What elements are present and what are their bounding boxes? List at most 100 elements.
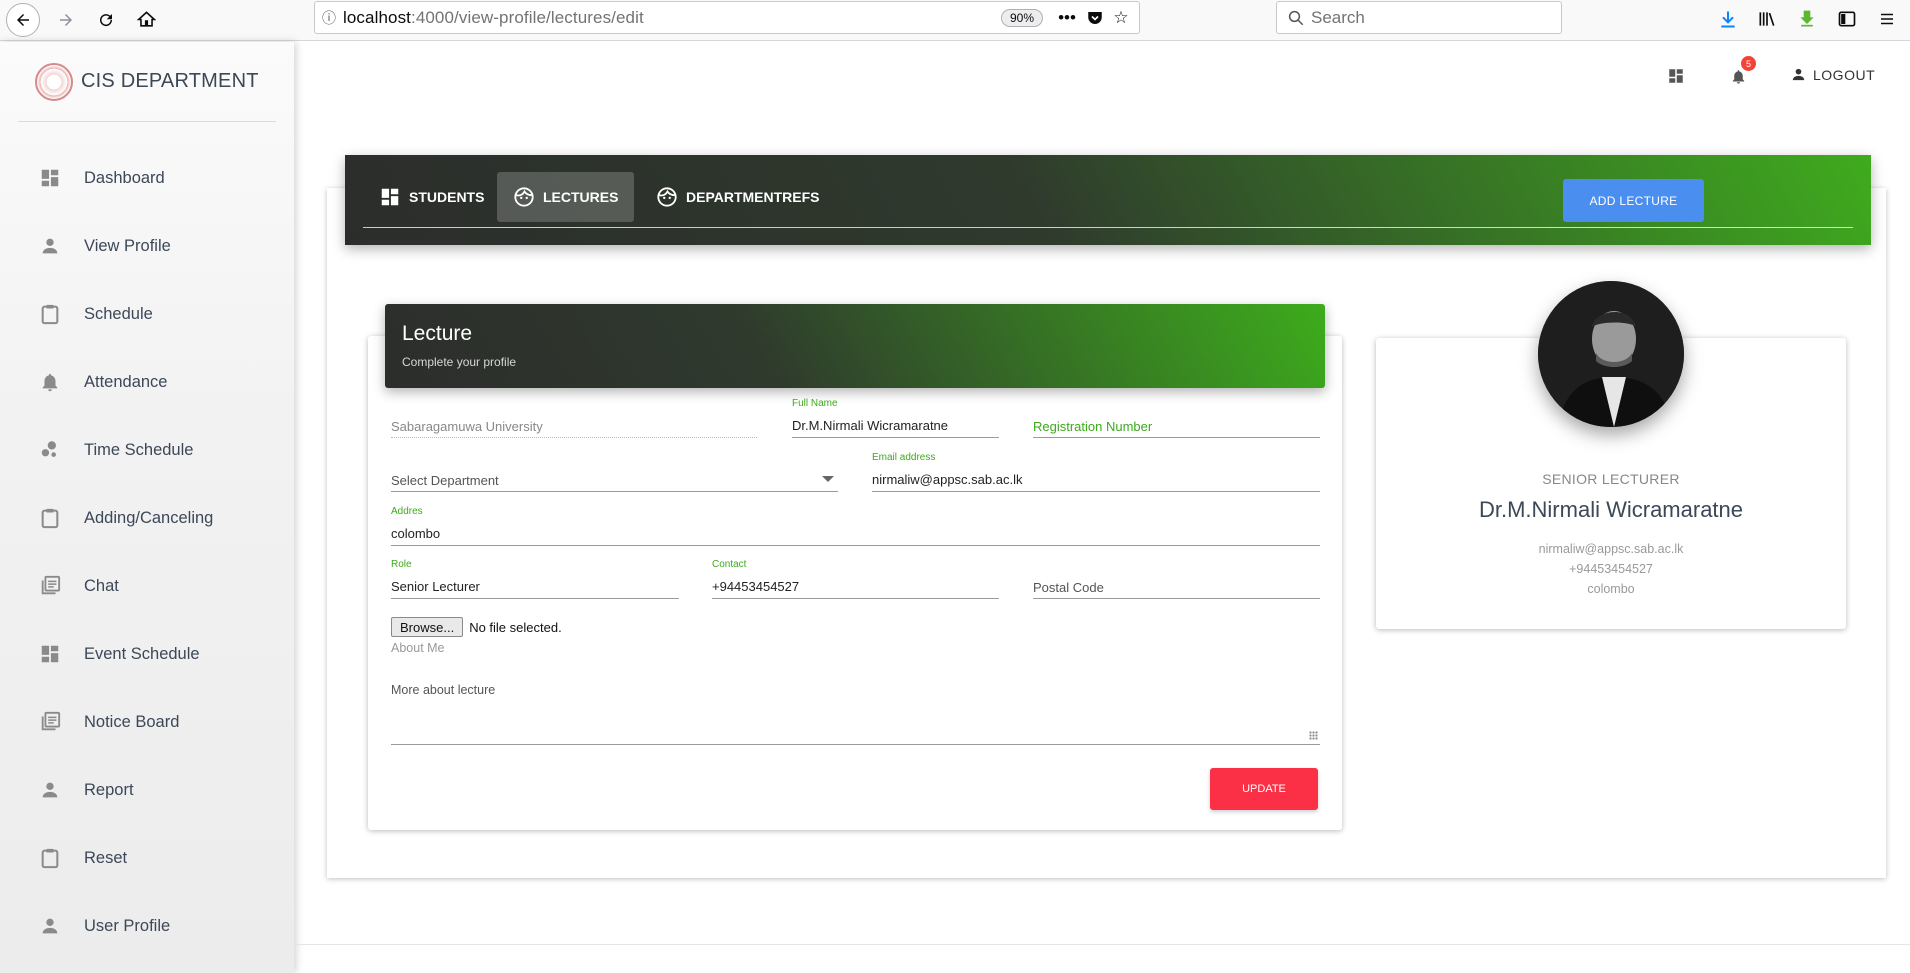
sidebar-toggle-icon[interactable] (1832, 4, 1862, 34)
profile-city: colombo (1587, 582, 1635, 596)
contact-field[interactable]: Contact +94453454527 (712, 559, 999, 599)
arrow-left-icon (17, 14, 29, 26)
extension-download-icon[interactable] (1792, 4, 1822, 34)
bookmark-star-icon[interactable]: ☆ (1109, 6, 1133, 30)
add-lecture-button[interactable]: ADD LECTURE (1563, 179, 1704, 222)
browser-toolbar: ⓘ localhost:4000/view-profile/lectures/e… (0, 0, 1910, 41)
tab-departmentrefs[interactable]: DEPARTMENTREFS (640, 172, 836, 222)
sidebar-item-user-profile[interactable]: User Profile (0, 892, 294, 960)
sidebar-item-label: Reset (84, 848, 128, 867)
form-title: Lecture (402, 322, 473, 345)
footer-divider (294, 944, 1910, 945)
url-path: :4000/view-profile/lectures/edit (411, 7, 644, 27)
contact-label: Contact (712, 559, 747, 570)
profile-role: SENIOR LECTURER (1542, 471, 1680, 487)
full-name-label: Full Name (792, 398, 838, 409)
sidebar-item-label: View Profile (84, 236, 171, 255)
face-icon (656, 186, 678, 208)
library-icon[interactable] (1752, 4, 1782, 34)
dashboard-icon (379, 186, 401, 208)
role-field[interactable]: Role Senior Lecturer (391, 559, 679, 599)
more-about-textarea[interactable]: More about lecture (391, 681, 1320, 745)
zoom-indicator[interactable]: 90% (1000, 9, 1043, 27)
tab-lectures[interactable]: LECTURES (497, 172, 635, 222)
sidebar-item-notice-board[interactable]: Notice Board (0, 688, 294, 756)
about-me-label: About Me (391, 641, 445, 655)
sidebar-item-label: Report (84, 780, 134, 799)
notifications-button[interactable]: 5 (1725, 55, 1757, 89)
brand[interactable]: CIS DEPARTMENT (18, 42, 276, 122)
tab-students[interactable]: STUDENTS (363, 172, 500, 222)
registration-number-field[interactable]: Registration Number (1033, 398, 1320, 438)
sidebar-item-label: Time Schedule (84, 440, 194, 459)
sidebar-item-label: Schedule (84, 304, 153, 323)
profile-phone: +94453454527 (1569, 562, 1653, 576)
sidebar-item-reset[interactable]: Reset (0, 824, 294, 892)
home-button[interactable] (128, 3, 164, 36)
sidebar-item-schedule[interactable]: Schedule (0, 280, 294, 348)
sidebar-item-report[interactable]: Report (0, 756, 294, 824)
department-select[interactable]: Select Department (391, 452, 838, 492)
avatar (1538, 281, 1684, 427)
dashboard-icon (1669, 69, 1683, 83)
email-field[interactable]: Email address nirmaliw@appsc.sab.ac.lk (872, 452, 1320, 492)
update-button[interactable]: UPDATE (1210, 768, 1318, 810)
full-name-field[interactable]: Full Name Dr.M.Nirmali Wicramaratne (792, 398, 999, 438)
search-bar[interactable]: Search (1276, 1, 1562, 34)
sidebar-item-view-profile[interactable]: View Profile (0, 212, 294, 280)
home-icon (136, 11, 156, 27)
sidebar-item-dashboard[interactable]: Dashboard (0, 144, 294, 212)
browse-button[interactable]: Browse... (391, 617, 464, 637)
logout-label: LOGOUT (1813, 66, 1876, 83)
clipboard-icon (38, 302, 62, 326)
university-value: Sabaragamuwa University (391, 419, 543, 434)
menu-icon[interactable] (1872, 4, 1902, 34)
reload-button[interactable] (88, 3, 124, 36)
url-text: localhost:4000/view-profile/lectures/edi… (343, 8, 644, 28)
postal-code-field[interactable]: Postal Code (1033, 559, 1320, 599)
form-header: Lecture Complete your profile (385, 304, 1325, 388)
profile-email: nirmaliw@appsc.sab.ac.lk (1538, 542, 1684, 556)
dashboard-icon (38, 166, 62, 190)
sidebar-item-event-schedule[interactable]: Event Schedule (0, 620, 294, 688)
tab-label: LECTURES (543, 189, 619, 205)
downloads-icon[interactable] (1713, 4, 1743, 34)
sidebar-item-adding-canceling[interactable]: Adding/Canceling (0, 484, 294, 552)
sidebar-item-label: Notice Board (84, 712, 180, 731)
email-value: nirmaliw@appsc.sab.ac.lk (872, 472, 1023, 487)
info-icon[interactable]: ⓘ (315, 8, 343, 28)
url-bar[interactable]: ⓘ localhost:4000/view-profile/lectures/e… (314, 1, 1140, 34)
sidebar-item-label: Event Schedule (84, 644, 200, 663)
address-label: Addres (391, 506, 423, 517)
search-icon (1288, 10, 1304, 25)
forward-button[interactable] (48, 3, 84, 36)
address-value: colombo (391, 526, 441, 541)
full-name-value: Dr.M.Nirmali Wicramaratne (792, 418, 949, 433)
address-field[interactable]: Addres colombo (391, 506, 1320, 546)
sidebar: CIS DEPARTMENT Dashboard View Profile Sc… (0, 42, 294, 973)
postal-code-placeholder: Postal Code (1033, 580, 1104, 595)
sidebar-item-time-schedule[interactable]: Time Schedule (0, 416, 294, 484)
university-field: Sabaragamuwa University (391, 398, 757, 438)
page-actions-icon[interactable]: ••• (1055, 6, 1079, 30)
sidebar-item-label: Dashboard (84, 168, 165, 187)
pocket-icon[interactable] (1083, 6, 1107, 30)
role-label: Role (391, 559, 412, 570)
registration-number-placeholder: Registration Number (1033, 419, 1153, 434)
dashboard-icon (38, 642, 62, 666)
notification-badge: 5 (1740, 55, 1757, 72)
sidebar-item-attendance[interactable]: Attendance (0, 348, 294, 416)
resize-grip-icon[interactable] (1309, 731, 1318, 740)
department-logo (35, 62, 73, 101)
face-icon (513, 186, 535, 208)
back-button[interactable] (6, 3, 40, 37)
form-subtitle: Complete your profile (402, 355, 517, 369)
logout-button[interactable]: LOGOUT (1790, 66, 1875, 83)
brand-name: CIS DEPARTMENT (81, 70, 259, 92)
sidebar-item-chat[interactable]: Chat (0, 552, 294, 620)
dashboard-button[interactable] (1663, 63, 1689, 89)
person-icon (1792, 68, 1805, 81)
profile-name: Dr.M.Nirmali Wicramaratne (1478, 497, 1744, 522)
arrow-right-icon (60, 13, 72, 26)
sidebar-item-label: Attendance (84, 372, 168, 391)
